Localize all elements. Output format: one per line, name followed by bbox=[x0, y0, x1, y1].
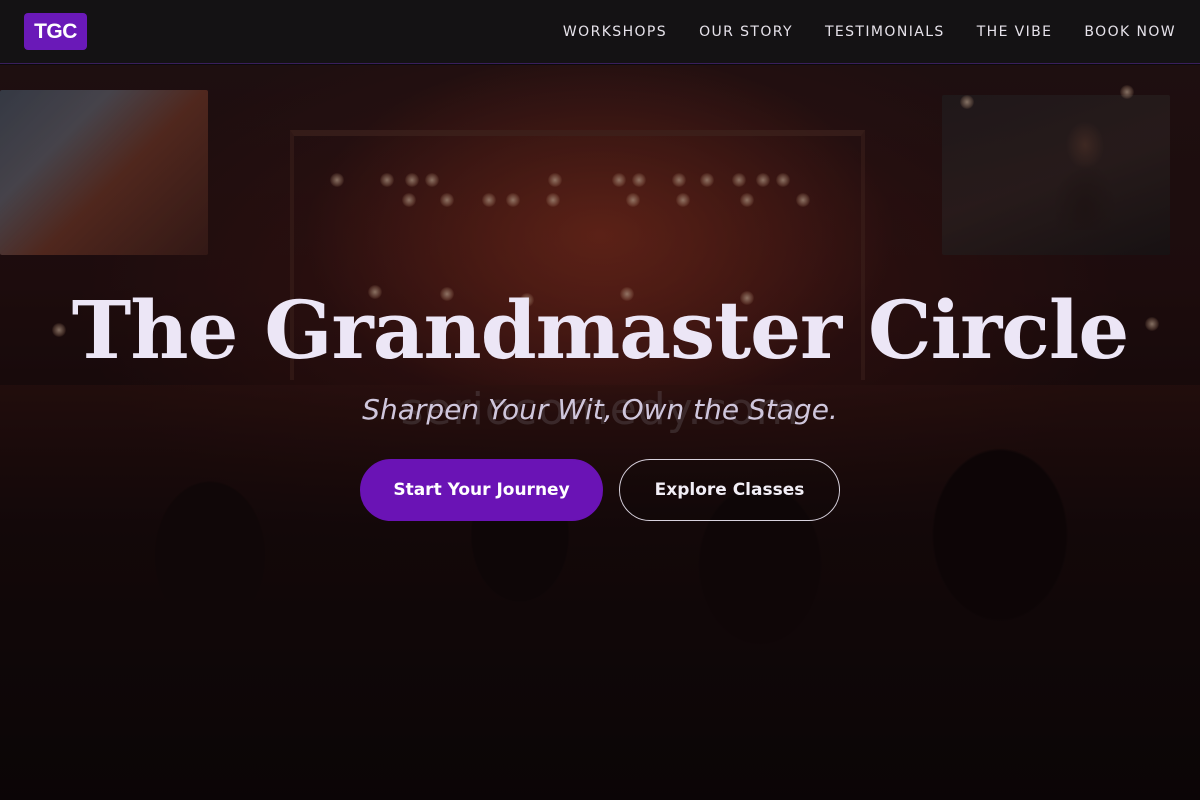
brand-logo[interactable]: TGC bbox=[24, 13, 87, 50]
nav-link-the-vibe[interactable]: THE VIBE bbox=[977, 24, 1053, 40]
hero-tagline: Sharpen Your Wit, Own the Stage. bbox=[362, 393, 838, 426]
nav-link-testimonials[interactable]: TESTIMONIALS bbox=[825, 24, 945, 40]
nav-link-our-story[interactable]: OUR STORY bbox=[699, 24, 793, 40]
nav-link-book-now[interactable]: BOOK NOW bbox=[1084, 24, 1176, 40]
page: TGC WORKSHOPS OUR STORY TESTIMONIALS THE… bbox=[0, 0, 1200, 800]
explore-classes-button[interactable]: Explore Classes bbox=[619, 459, 840, 521]
top-navigation: TGC WORKSHOPS OUR STORY TESTIMONIALS THE… bbox=[0, 0, 1200, 64]
hero-title: The Grandmaster Circle bbox=[71, 283, 1129, 377]
nav-links: WORKSHOPS OUR STORY TESTIMONIALS THE VIB… bbox=[563, 0, 1176, 64]
nav-link-workshops[interactable]: WORKSHOPS bbox=[563, 24, 667, 40]
start-journey-button[interactable]: Start Your Journey bbox=[360, 459, 603, 521]
